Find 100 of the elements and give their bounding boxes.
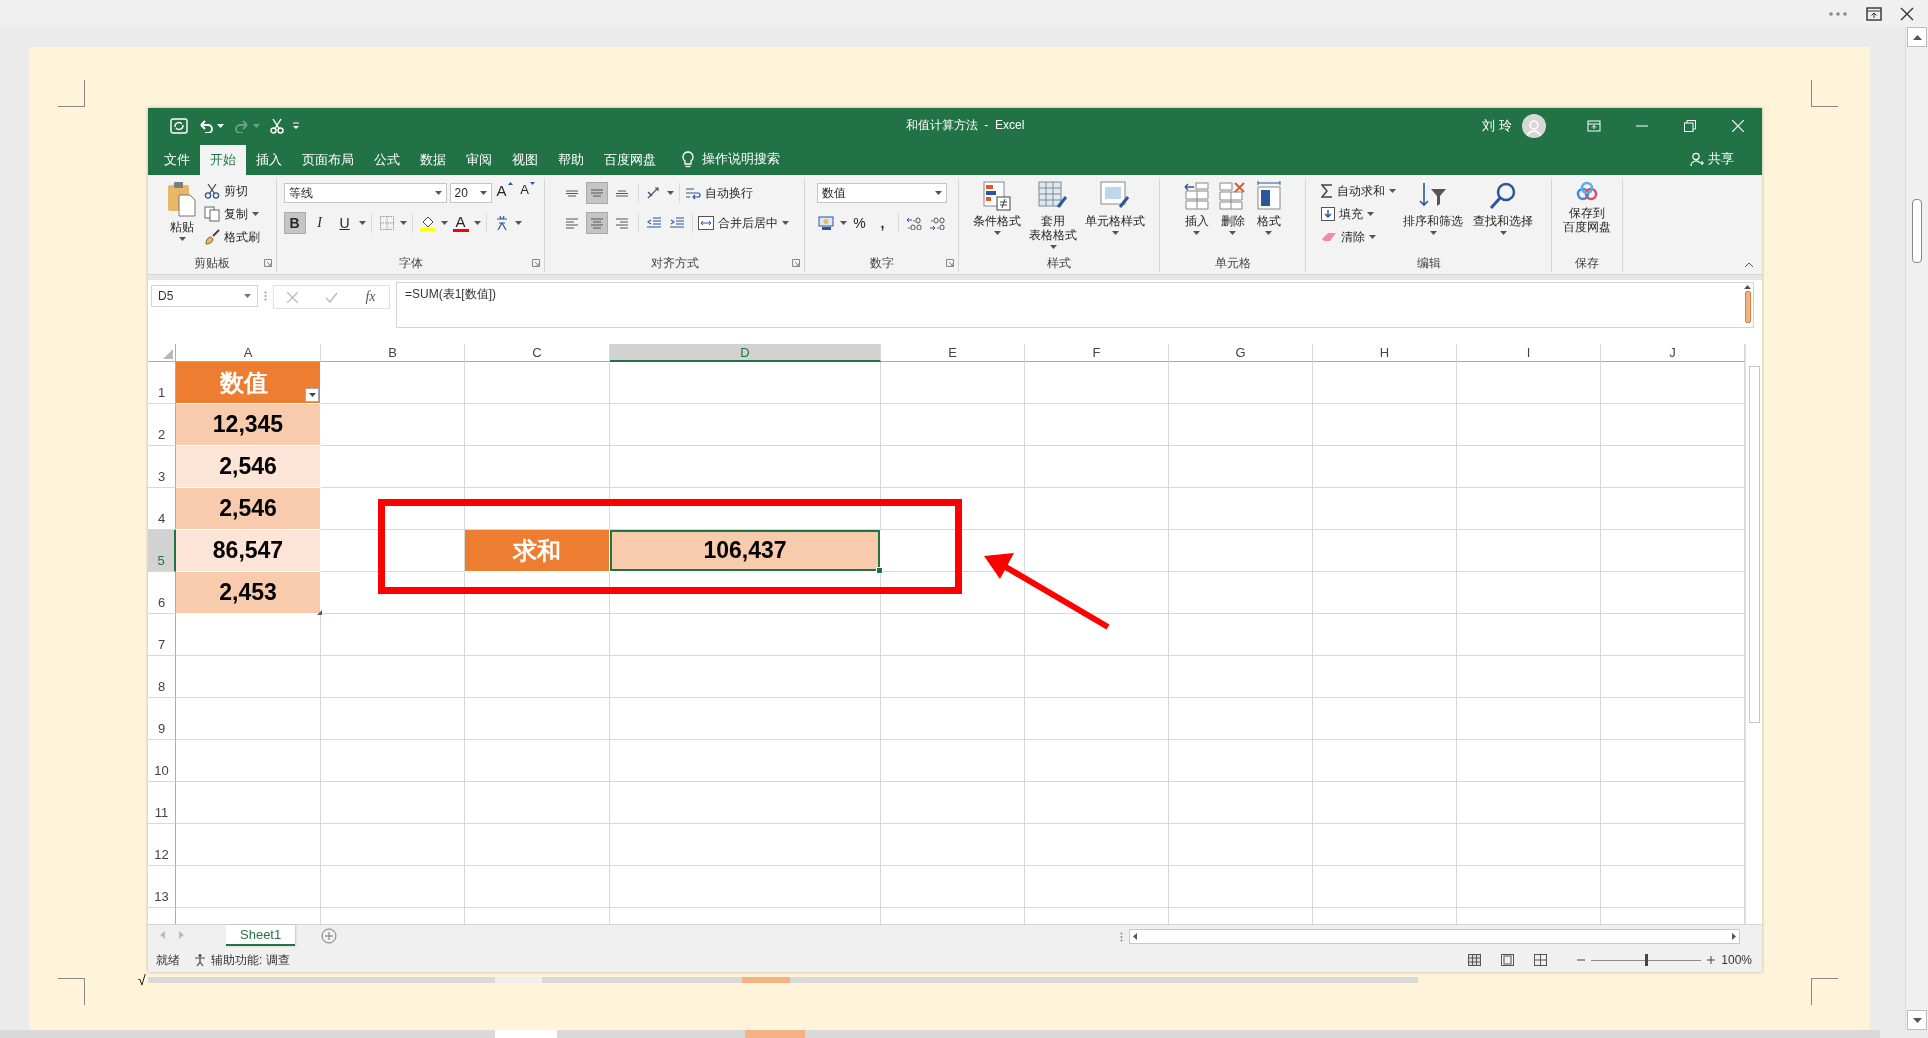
format-button[interactable]: 格式 (1252, 179, 1285, 237)
accessibility-icon (194, 953, 208, 967)
border-grid-icon (379, 216, 394, 230)
share-button[interactable]: 共享 (1684, 143, 1740, 175)
table-cell[interactable]: 2,453 (176, 572, 321, 614)
delete-button[interactable]: 删除 (1214, 179, 1251, 237)
grow-font-button[interactable]: A (494, 182, 515, 204)
tell-me-search[interactable]: 操作说明搜索 (676, 143, 786, 175)
ribbon-tab[interactable]: 文件 (154, 145, 200, 175)
ribbon-tab[interactable]: 视图 (502, 145, 548, 175)
scrollbar[interactable] (148, 977, 1418, 983)
eraser-icon (1321, 231, 1337, 243)
cell-styles-button[interactable]: 单元格样式 (1082, 179, 1148, 237)
cut-button[interactable]: 剪切 (204, 181, 260, 201)
bold-button[interactable]: B (283, 212, 306, 234)
font-name-field[interactable]: 等线 (283, 183, 447, 203)
scroll-up-icon (1744, 285, 1751, 289)
scroll-thumb[interactable] (1912, 199, 1922, 263)
insert-button[interactable]: 插入 (1180, 179, 1213, 237)
comma-button[interactable]: , (872, 212, 893, 234)
sheet-tab[interactable]: Sheet1 (226, 925, 296, 946)
middle-align-button[interactable] (585, 182, 608, 204)
scroll-thumb[interactable] (1744, 291, 1751, 323)
row-header[interactable]: 9 (148, 698, 176, 740)
center-align-button[interactable] (585, 212, 608, 234)
row-header[interactable]: 10 (148, 740, 176, 782)
row-header[interactable]: 11 (148, 782, 176, 824)
table-cell[interactable]: 86,547 (176, 530, 321, 572)
format-as-table-button[interactable]: 套用 表格格式 (1026, 179, 1080, 251)
scrollbar[interactable] (1905, 27, 1928, 1030)
ribbon-tab[interactable]: 公式 (364, 145, 410, 175)
insert-function-button[interactable]: fx (365, 289, 376, 305)
ribbon-tab[interactable]: 插入 (246, 145, 292, 175)
column-header[interactable]: B (321, 344, 465, 362)
conditional-format-button[interactable]: 条件格式 (970, 179, 1024, 237)
align-center-icon (589, 217, 604, 229)
column-header[interactable]: E (881, 344, 1025, 362)
zoom-level[interactable]: 100% (1721, 953, 1752, 967)
group-label: 编辑 (1416, 254, 1441, 272)
ribbon-tab[interactable]: 数据 (410, 145, 456, 175)
avatar[interactable] (1522, 113, 1546, 138)
ribbon-tab[interactable]: 百度网盘 (594, 145, 666, 175)
row-header[interactable]: 7 (148, 614, 176, 656)
clipboard-icon (167, 181, 197, 217)
column-header[interactable]: F (1025, 344, 1169, 362)
find-select-button[interactable]: 查找和选择 (1470, 179, 1536, 237)
row-header[interactable]: 5 (148, 530, 176, 572)
wrap-text-button[interactable]: 自动换行 (684, 183, 753, 203)
merge-center-button[interactable]: 合并后居中 (697, 213, 789, 233)
scroll-left-icon (1133, 933, 1137, 940)
collapse-ribbon-icon (1744, 262, 1754, 268)
window-title: 和值计算方法 - Excel (905, 117, 1025, 134)
italic-button[interactable]: I (308, 212, 331, 234)
row-header[interactable]: 13 (148, 866, 176, 908)
clear-button[interactable]: 清除 (1321, 227, 1396, 247)
save-to-cloud-button[interactable]: 保存到 百度网盘 (1560, 179, 1614, 236)
copy-button[interactable]: 复制 (204, 204, 260, 224)
column-header[interactable]: J (1601, 344, 1745, 362)
column-header[interactable]: H (1313, 344, 1457, 362)
autosum-button[interactable]: 自动求和 (1321, 181, 1396, 201)
caret-icon (934, 191, 942, 195)
column-header[interactable]: G (1169, 344, 1313, 362)
column-header[interactable]: A (176, 344, 321, 362)
scrollbar[interactable] (1129, 929, 1740, 944)
format-painter-button[interactable]: 格式刷 (204, 227, 260, 247)
scroll-thumb[interactable] (1748, 366, 1760, 723)
shrink-font-button[interactable]: A (517, 182, 538, 204)
phonetic-icon (494, 215, 509, 231)
sum-result-cell[interactable]: 106,437 (610, 530, 881, 572)
ribbon-tab[interactable]: 审阅 (456, 145, 502, 175)
ribbon-tab[interactable]: 帮助 (548, 145, 594, 175)
font-color-button[interactable]: A (450, 212, 471, 234)
formula-field[interactable]: =SUM(表1[数值]) (396, 282, 1754, 328)
table-cell[interactable]: 12,345 (176, 404, 321, 446)
column-header[interactable]: I (1457, 344, 1601, 362)
name-box[interactable]: D5 (151, 285, 258, 307)
scrollbar[interactable] (0, 1030, 1880, 1038)
paste-button[interactable]: 粘贴 (164, 179, 200, 243)
fill-button[interactable]: 填充 (1321, 204, 1396, 224)
scrollbar[interactable] (1745, 344, 1762, 924)
percent-button[interactable]: % (849, 212, 870, 234)
column-header[interactable]: C (465, 344, 610, 362)
row-header[interactable]: 8 (148, 656, 176, 698)
table-cell[interactable]: 2,546 (176, 488, 321, 530)
slider-thumb[interactable] (1645, 954, 1649, 966)
ribbon-tab[interactable]: 开始 (200, 145, 246, 175)
save-button[interactable] (168, 115, 190, 136)
filter-button[interactable] (305, 388, 319, 402)
row-header[interactable]: 12 (148, 824, 176, 866)
magnifier-icon (1488, 181, 1518, 211)
ribbon-tab[interactable]: 页面布局 (292, 145, 364, 175)
refresh-save-icon (170, 117, 188, 134)
table-cell[interactable]: 2,546 (176, 446, 321, 488)
underline-button[interactable]: U (333, 212, 356, 234)
number-format-field[interactable]: 数值 (816, 183, 947, 203)
font-size-field[interactable]: 20 (449, 183, 492, 203)
caret-icon (1369, 235, 1376, 239)
sort-filter-button[interactable]: 排序和筛选 (1400, 179, 1466, 237)
accessibility-status[interactable]: 辅助功能: 调查 (194, 951, 290, 969)
column-header[interactable]: D (610, 344, 881, 362)
